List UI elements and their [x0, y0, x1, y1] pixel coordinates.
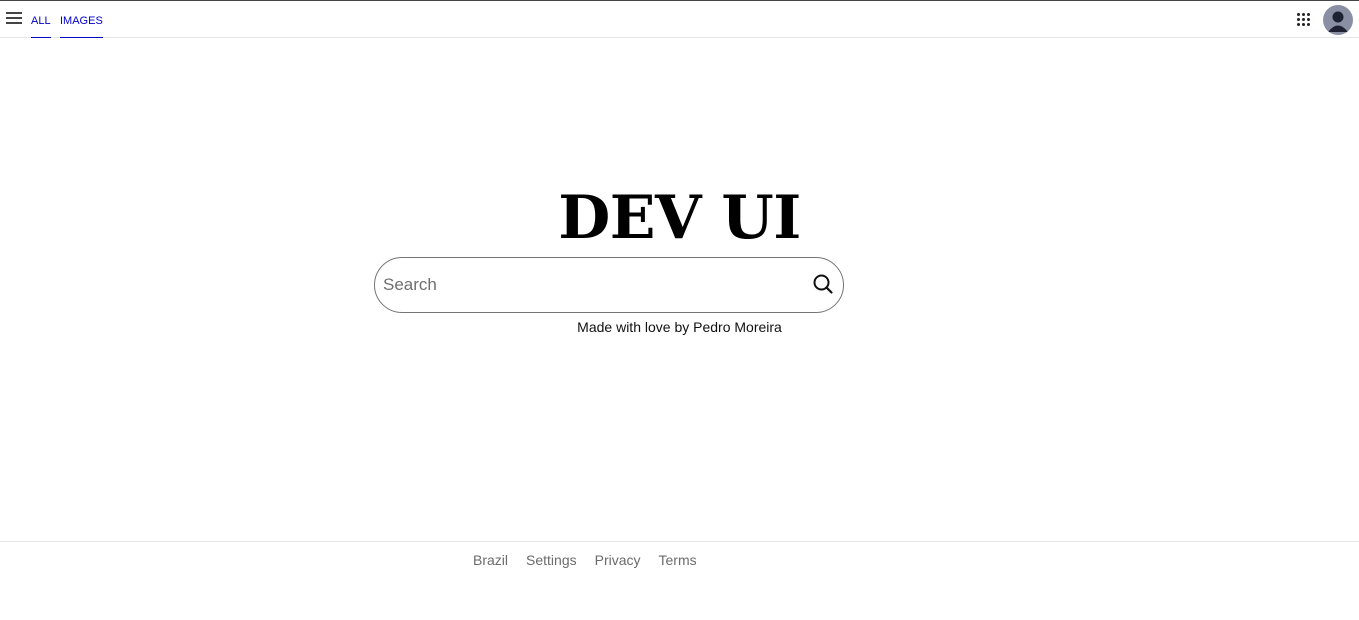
tagline: Made with love by Pedro Moreira — [577, 319, 782, 335]
footer-link-brazil[interactable]: Brazil — [473, 552, 508, 568]
search-input[interactable] — [383, 270, 803, 300]
search-bar — [374, 257, 844, 313]
page: ALL IMAGES DEV UI Made with love by Pedr… — [0, 0, 1359, 620]
tab-images[interactable]: IMAGES — [60, 15, 103, 38]
user-avatar-icon[interactable] — [1323, 5, 1353, 35]
footer-links: Brazil Settings Privacy Terms — [473, 552, 697, 568]
tab-all[interactable]: ALL — [31, 15, 51, 38]
search-icon[interactable] — [812, 273, 834, 295]
footer: Brazil Settings Privacy Terms — [0, 541, 1359, 581]
footer-link-terms[interactable]: Terms — [659, 552, 697, 568]
footer-link-settings[interactable]: Settings — [526, 552, 577, 568]
page-title: DEV UI — [558, 183, 801, 253]
footer-link-privacy[interactable]: Privacy — [595, 552, 641, 568]
apps-grid-icon[interactable] — [1297, 13, 1311, 27]
hamburger-menu-icon[interactable] — [6, 12, 22, 24]
top-header: ALL IMAGES — [0, 1, 1359, 38]
